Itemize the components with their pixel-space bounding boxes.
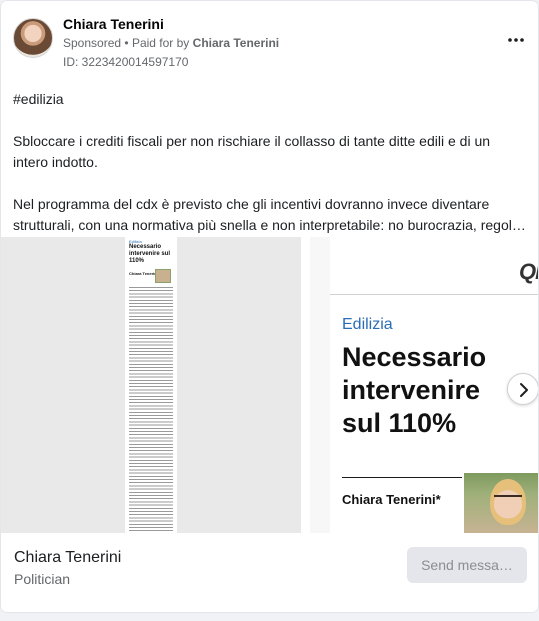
mini-headline: Necessario intervenire sul 110% — [129, 244, 171, 264]
mini-author: Chiara Tenerini — [129, 271, 158, 276]
divider — [330, 294, 538, 295]
carousel-next-button[interactable] — [507, 373, 538, 405]
ad-id: ID: 3223420014597170 — [63, 55, 189, 69]
carousel-slide-1[interactable]: Edilizia Necessario intervenire sul 110%… — [1, 237, 301, 533]
more-horizontal-icon — [508, 38, 524, 42]
carousel-slide-2[interactable]: QN Edilizia Necessario intervenire sul 1… — [310, 237, 538, 533]
paid-for-by-label: Paid for by — [131, 36, 190, 50]
author-photo — [464, 473, 538, 533]
advertiser-name[interactable]: Chiara Tenerini — [63, 16, 164, 32]
article-category: Edilizia — [342, 316, 393, 333]
article-author: Chiara Tenerini* — [342, 492, 441, 507]
article-text-lines — [129, 287, 173, 531]
sponsored-label: Sponsored — [63, 36, 122, 50]
author-divider — [342, 477, 462, 478]
post-hashtag[interactable]: #edilizia — [13, 89, 528, 110]
more-options-button[interactable] — [504, 31, 528, 47]
post-paragraph-1: Sbloccare i crediti fiscali per non risc… — [13, 133, 491, 170]
ad-header: Chiara Tenerini Sponsored • Paid for by … — [13, 13, 528, 71]
sponsored-line: Sponsored • Paid for by Chiara Tenerini — [63, 36, 279, 50]
newspaper-logo: QN — [519, 259, 538, 284]
ad-card: Chiara Tenerini Sponsored • Paid for by … — [1, 1, 538, 612]
separator-dot: • — [124, 36, 129, 50]
footer-advertiser-role: Politician — [14, 571, 71, 587]
send-message-button[interactable]: Send messa… — [407, 547, 527, 583]
chevron-right-icon — [520, 383, 528, 397]
author-face — [490, 479, 526, 525]
article-headline: Necessario intervenire sul 110% — [342, 342, 487, 438]
footer-advertiser-name[interactable]: Chiara Tenerini — [14, 549, 121, 567]
image-carousel: Edilizia Necessario intervenire sul 110%… — [1, 237, 538, 533]
newspaper-page-image: Edilizia Necessario intervenire sul 110%… — [125, 237, 177, 533]
avatar[interactable] — [13, 18, 53, 58]
post-paragraph-2: Nel programma del cdx è previsto che gli… — [13, 196, 526, 233]
author-glasses — [494, 495, 522, 500]
paid-for-by-name: Chiara Tenerini — [192, 36, 280, 50]
post-text: #edilizia Sbloccare i crediti fiscali pe… — [13, 89, 528, 236]
mini-author-photo — [155, 269, 171, 283]
